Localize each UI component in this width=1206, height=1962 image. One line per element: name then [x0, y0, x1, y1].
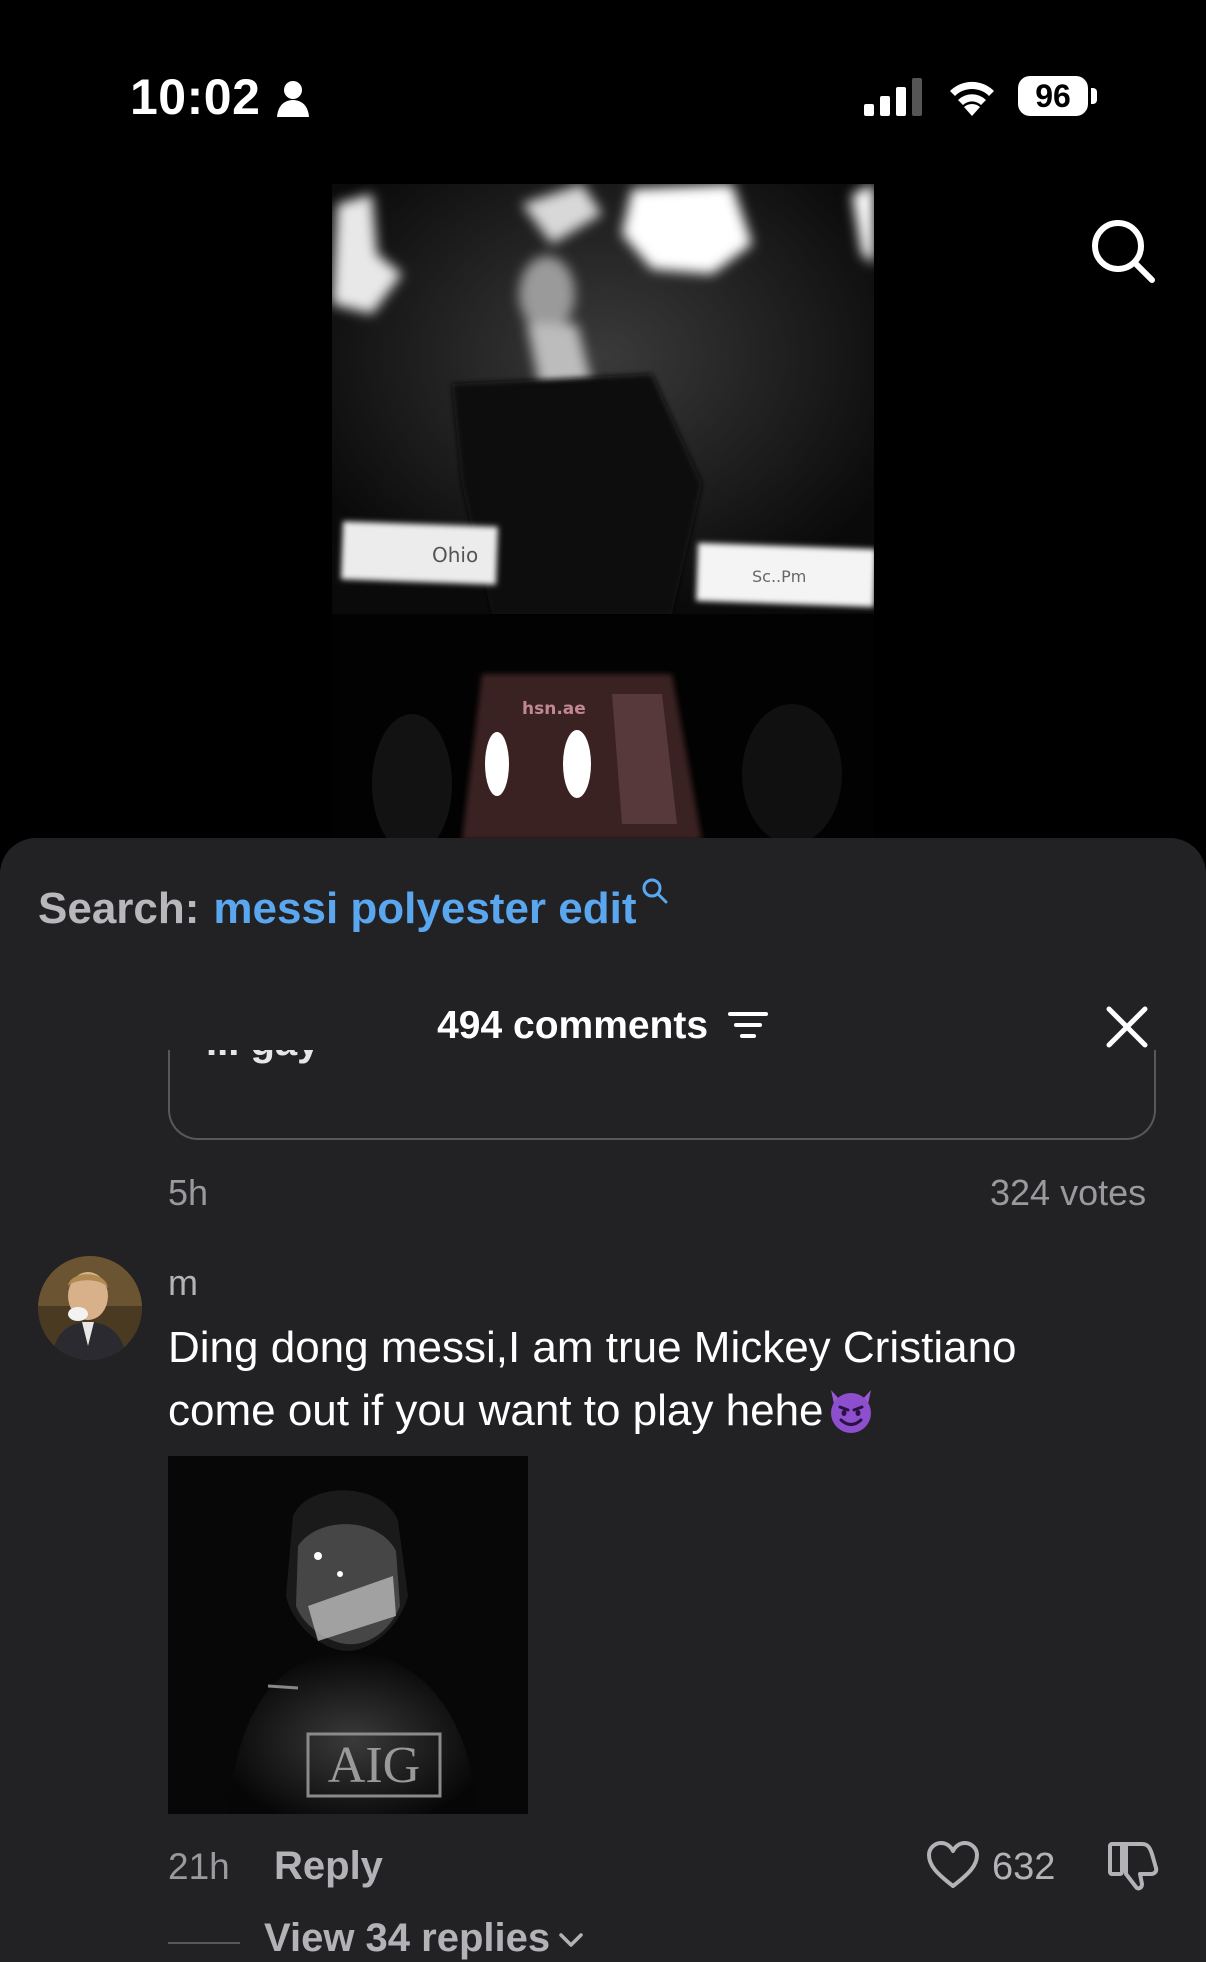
- search-query-link[interactable]: messi polyester edit: [213, 884, 636, 934]
- poll-time: 5h: [168, 1172, 209, 1213]
- status-time: 10:02: [130, 69, 261, 125]
- comment-body: Ding dong messi,I am true Mickey Cristia…: [168, 1323, 1017, 1435]
- replies-divider: [168, 1942, 240, 1944]
- view-replies-label: View 34 replies: [264, 1916, 551, 1960]
- comments-count: 494 comments: [437, 1004, 709, 1047]
- chevron-down-icon: [559, 1933, 583, 1948]
- wifi-icon: [950, 81, 994, 116]
- reply-button[interactable]: Reply: [274, 1844, 383, 1889]
- comment-image-content: AIG: [168, 1456, 528, 1814]
- poll-card[interactable]: ... gay: [168, 1050, 1156, 1140]
- smiling-face-with-horns-emoji: [830, 1390, 871, 1434]
- video-player[interactable]: Ohio Sc..Pm hsn.ae: [332, 184, 874, 840]
- search-label: Search:: [38, 884, 200, 933]
- image-aig-text: AIG: [328, 1737, 420, 1794]
- close-icon[interactable]: [1104, 1004, 1150, 1050]
- view-replies-button[interactable]: View 34 replies: [264, 1916, 586, 1961]
- avatar[interactable]: [38, 1256, 142, 1360]
- poll-option-text: ... gay: [206, 1050, 319, 1065]
- comment-time: 21h: [168, 1846, 230, 1887]
- person-icon: [277, 81, 309, 117]
- heart-icon[interactable]: [926, 1840, 980, 1890]
- comment-username[interactable]: m: [168, 1262, 198, 1304]
- related-search[interactable]: Search: messi polyester edit: [38, 878, 669, 934]
- search-mini-icon: [642, 878, 667, 904]
- video-frame: Ohio Sc..Pm hsn.ae: [332, 184, 874, 840]
- search-icon[interactable]: [1088, 216, 1158, 286]
- avatar-image: [38, 1256, 142, 1360]
- like-count: 632: [992, 1846, 1056, 1888]
- svg-text:Sc..Pm: Sc..Pm: [752, 567, 806, 586]
- poll-votes: 324 votes: [990, 1172, 1147, 1213]
- svg-text:Ohio: Ohio: [432, 543, 478, 567]
- dislike-icon[interactable]: [1106, 1838, 1160, 1892]
- comment-attached-image[interactable]: AIG: [168, 1456, 528, 1814]
- cellular-signal-icon: [864, 78, 922, 116]
- sort-icon[interactable]: [727, 1009, 769, 1041]
- video-watermark: hsn.ae: [522, 699, 586, 719]
- comment-text: Ding dong messi,I am true Mickey Cristia…: [168, 1316, 1128, 1442]
- battery-indicator: 96: [1018, 76, 1088, 116]
- battery-cap: [1091, 88, 1097, 104]
- comments-header: 494 comments: [0, 1004, 1206, 1048]
